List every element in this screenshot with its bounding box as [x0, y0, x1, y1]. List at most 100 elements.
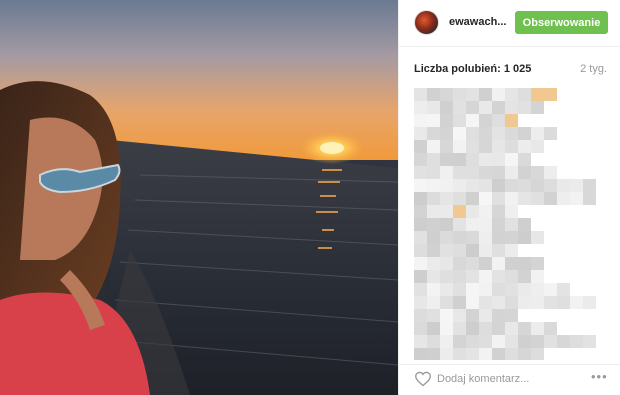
blur-pixel [544, 88, 557, 101]
blur-pixel [505, 166, 518, 179]
blur-pixel [414, 205, 427, 218]
blur-pixel [427, 205, 440, 218]
blur-pixel [440, 114, 453, 127]
avatar[interactable] [414, 10, 439, 35]
blur-pixel [505, 231, 518, 244]
blur-pixel [427, 153, 440, 166]
blur-pixel [531, 257, 544, 270]
blur-pixel [414, 166, 427, 179]
blur-pixel [531, 127, 544, 140]
blur-pixel [518, 153, 531, 166]
post-time[interactable]: 2 tyg. [580, 63, 607, 75]
blur-pixel [492, 101, 505, 114]
blur-pixel [518, 283, 531, 296]
blur-pixel [492, 270, 505, 283]
blur-pixel [492, 322, 505, 335]
blur-pixel [505, 348, 518, 360]
blur-pixel [466, 257, 479, 270]
comment-input[interactable] [437, 370, 577, 388]
blur-pixel [479, 127, 492, 140]
blur-pixel [492, 283, 505, 296]
blur-pixel [505, 257, 518, 270]
blur-pixel [479, 192, 492, 205]
blur-pixel [479, 244, 492, 257]
blur-pixel [505, 140, 518, 153]
blur-pixel [427, 283, 440, 296]
blur-pixel [479, 257, 492, 270]
blur-pixel [466, 270, 479, 283]
blur-pixel [570, 179, 583, 192]
blur-pixel [427, 296, 440, 309]
blur-pixel [505, 88, 518, 101]
blur-pixel [479, 153, 492, 166]
blur-pixel [518, 127, 531, 140]
blur-pixel [479, 88, 492, 101]
blur-pixel [453, 140, 466, 153]
blur-pixel [414, 88, 427, 101]
blur-pixel [557, 192, 570, 205]
blur-pixel [531, 270, 544, 283]
blur-pixel [466, 101, 479, 114]
blur-pixel [414, 244, 427, 257]
blur-pixel [466, 309, 479, 322]
blur-pixel [440, 166, 453, 179]
blur-pixel [453, 348, 466, 360]
blur-pixel [479, 296, 492, 309]
blur-pixel [492, 218, 505, 231]
blur-pixel [544, 322, 557, 335]
blur-pixel [492, 127, 505, 140]
username-link[interactable]: ewawach... [449, 16, 506, 28]
post-header: ewawach... Obserwowanie [399, 0, 620, 47]
blur-pixel [531, 322, 544, 335]
blur-pixel [414, 114, 427, 127]
blur-pixel [414, 218, 427, 231]
blur-pixel [453, 179, 466, 192]
blur-pixel [427, 309, 440, 322]
blur-pixel [505, 127, 518, 140]
blur-pixel [440, 296, 453, 309]
blur-pixel [479, 322, 492, 335]
blur-pixel [427, 101, 440, 114]
blur-pixel [531, 335, 544, 348]
blur-pixel [440, 231, 453, 244]
post-sidebar: ewawach... Obserwowanie Liczba polubień:… [398, 0, 620, 395]
blur-pixel [531, 231, 544, 244]
blur-pixel [453, 270, 466, 283]
blur-pixel [466, 335, 479, 348]
blur-pixel [479, 140, 492, 153]
more-options-icon[interactable]: ••• [591, 369, 608, 384]
blur-pixel [466, 153, 479, 166]
blur-pixel [531, 166, 544, 179]
blur-pixel [583, 335, 596, 348]
blur-pixel [544, 296, 557, 309]
blur-pixel [427, 218, 440, 231]
blur-pixel [479, 283, 492, 296]
blur-pixel [531, 296, 544, 309]
blur-pixel [557, 283, 570, 296]
blur-pixel [414, 309, 427, 322]
blur-pixel [492, 335, 505, 348]
blur-pixel [427, 192, 440, 205]
post-footer: ••• [399, 364, 620, 395]
blur-pixel [466, 140, 479, 153]
blur-pixel [505, 218, 518, 231]
heart-icon[interactable] [414, 371, 432, 387]
blur-pixel [414, 192, 427, 205]
blur-pixel [492, 88, 505, 101]
blur-pixel [505, 179, 518, 192]
blur-pixel [544, 127, 557, 140]
blur-pixel [453, 322, 466, 335]
blur-pixel [518, 179, 531, 192]
blur-pixel [466, 114, 479, 127]
follow-button[interactable]: Obserwowanie [515, 11, 608, 34]
blur-pixel [440, 127, 453, 140]
blur-pixel [505, 153, 518, 166]
likes-count[interactable]: Liczba polubień: 1 025 [414, 63, 531, 75]
blur-pixel [453, 114, 466, 127]
blur-pixel [492, 114, 505, 127]
blur-pixel [570, 296, 583, 309]
blur-pixel [492, 244, 505, 257]
blur-pixel [544, 192, 557, 205]
blur-pixel [414, 101, 427, 114]
blur-pixel [518, 257, 531, 270]
